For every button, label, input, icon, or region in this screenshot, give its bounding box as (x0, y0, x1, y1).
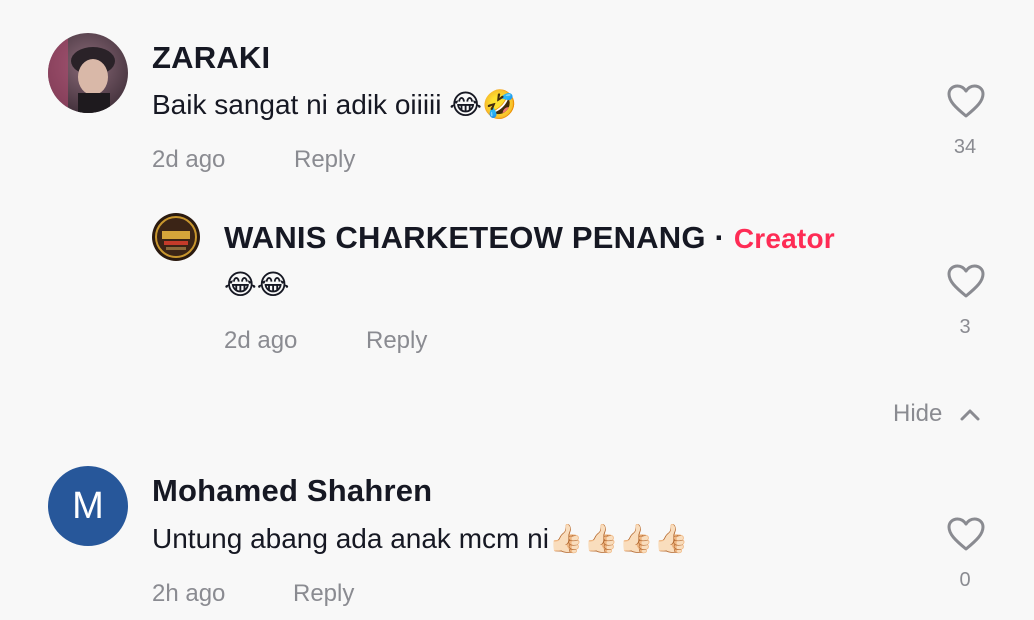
comment-username[interactable]: ZARAKI (152, 40, 270, 76)
comment-item: M Mohamed Shahren Untung abang ada anak … (0, 440, 1034, 620)
creator-badge: Creator (733, 223, 835, 254)
hide-label: Hide (893, 400, 943, 427)
comment-text: Untung abang ada anak mcm ni👍🏻👍🏻👍🏻👍🏻 (152, 523, 689, 554)
hide-replies-button[interactable]: Hide (893, 400, 981, 428)
avatar[interactable]: M (48, 466, 128, 546)
comment-timestamp: 2h ago (152, 580, 226, 607)
like-button[interactable] (946, 517, 986, 551)
heart-outline-icon (947, 517, 985, 551)
like-count: 34 (953, 136, 977, 158)
like-button[interactable] (946, 264, 986, 298)
reply-username-line: WANIS CHARKETEOW PENANG · Creator (224, 220, 835, 256)
avatar[interactable] (48, 33, 128, 113)
reply-username[interactable]: WANIS CHARKETEOW PENANG (224, 220, 706, 255)
comment-username[interactable]: Mohamed Shahren (152, 473, 432, 509)
reply-button[interactable]: Reply (293, 580, 354, 608)
like-count: 0 (959, 569, 971, 591)
like-count: 3 (959, 316, 971, 338)
reply-text: 😂😂 (224, 269, 290, 300)
reply-button[interactable]: Reply (294, 146, 355, 174)
heart-outline-icon (947, 264, 985, 298)
like-button[interactable] (946, 84, 986, 118)
chevron-up-icon (960, 409, 980, 421)
comment-text: Baik sangat ni adik oiiiii 😂🤣 (152, 89, 517, 120)
separator-dot: · (714, 220, 726, 255)
reply-timestamp: 2d ago (224, 327, 298, 354)
heart-outline-icon (947, 84, 985, 118)
avatar[interactable] (152, 213, 200, 261)
reply-button[interactable]: Reply (366, 327, 427, 355)
reply-item: WANIS CHARKETEOW PENANG · Creator 😂😂 2d … (0, 200, 1034, 380)
comment-item: ZARAKI Baik sangat ni adik oiiiii 😂🤣 2d … (0, 0, 1034, 200)
comment-timestamp: 2d ago (152, 146, 226, 173)
